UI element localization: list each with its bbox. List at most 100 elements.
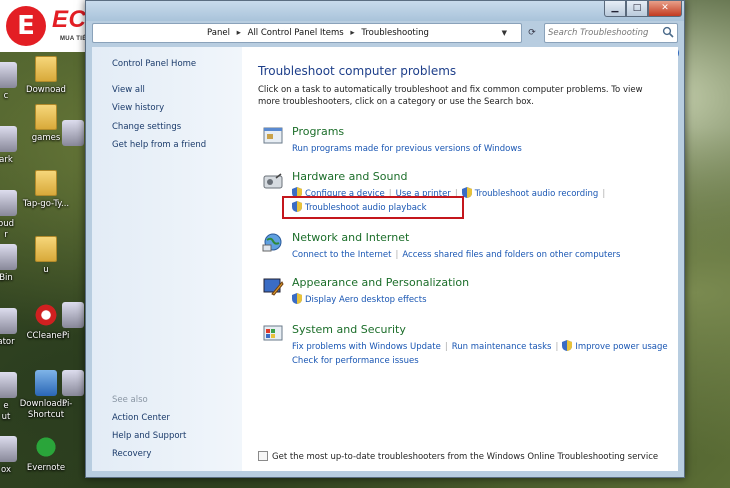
address-row: Panel ▸ All Control Panel Items ▸ Troubl… — [86, 23, 684, 45]
desktop-icon-label: Bin — [0, 273, 13, 283]
breadcrumb-all-items[interactable]: All Control Panel Items — [248, 28, 344, 38]
main-content-pane: Troubleshoot computer problems Click on … — [242, 47, 678, 471]
desktop-icon-label: Pi — [62, 331, 70, 341]
category-links-programs: Run programs made for previous versions … — [292, 142, 672, 156]
access-shared-files-link[interactable]: Access shared files and folders on other… — [402, 250, 620, 260]
folder-icon — [35, 236, 57, 262]
maximize-button[interactable]: □ — [626, 1, 648, 17]
minimize-button[interactable]: ▁ — [604, 1, 626, 17]
folder-icon — [35, 56, 57, 82]
window-titlebar[interactable]: ▁ □ ✕ — [86, 1, 684, 21]
uac-shield-icon — [562, 340, 573, 351]
category-links-system-security: Fix problems with Windows Update | Run mai… — [292, 340, 672, 368]
uac-shield-icon — [292, 293, 302, 304]
category-title-programs[interactable]: Programs — [292, 125, 344, 138]
view-history-link[interactable]: View history — [112, 103, 164, 113]
change-settings-link[interactable]: Change settings — [112, 122, 181, 132]
desktop-icon-label: ator — [0, 337, 15, 347]
link-separator: | — [395, 250, 399, 260]
check-performance-issues-link[interactable]: Check for performance issues — [292, 356, 419, 366]
link-separator: | — [602, 189, 606, 199]
system-security-icon — [263, 325, 283, 341]
desktop-icon-fragment[interactable]: Pi — [62, 370, 86, 410]
troubleshoot-audio-recording-link[interactable]: Troubleshoot audio recording — [475, 189, 599, 199]
category-title-system-security[interactable]: System and Security — [292, 323, 406, 336]
desktop-icon-label: Pi — [62, 399, 70, 409]
left-navigation-pane: Control Panel Home View all View history… — [92, 47, 242, 471]
get-help-from-friend-link[interactable]: Get help from a friend — [112, 140, 206, 150]
display-aero-effects-link[interactable]: Display Aero desktop effects — [305, 295, 427, 305]
desktop-icon-label: Downoad — [26, 85, 66, 95]
programs-icon — [263, 127, 283, 144]
page-title: Troubleshoot computer problems — [258, 64, 457, 78]
breadcrumb-troubleshooting[interactable]: Troubleshooting — [361, 28, 429, 38]
folder-icon — [35, 104, 57, 130]
breadcrumb-control-panel[interactable]: Panel — [207, 28, 230, 38]
improve-power-usage-link[interactable]: Improve power usage — [575, 342, 667, 352]
category-links-appearance-personalization: Display Aero desktop effects — [292, 293, 672, 307]
link-separator: | — [555, 342, 559, 352]
view-all-link[interactable]: View all — [112, 85, 145, 95]
download-shortcut-icon — [35, 370, 57, 396]
app-icon — [0, 436, 17, 462]
category-title-appearance-personalization[interactable]: Appearance and Personalization — [292, 276, 469, 289]
breadcrumb-separator[interactable]: ▸ — [350, 28, 354, 38]
action-center-link[interactable]: Action Center — [112, 413, 170, 423]
desktop-icon-label: r — [4, 230, 8, 240]
hardware-sound-icon — [263, 173, 283, 189]
desktop-icon-downoad[interactable]: Downoad — [16, 56, 76, 96]
desktop-icon-evernote[interactable]: Evernote — [16, 434, 76, 474]
help-and-support-link[interactable]: Help and Support — [112, 431, 186, 441]
recycle-bin-icon — [0, 244, 17, 270]
desktop-icon-label: u — [43, 265, 49, 275]
category-title-hardware-sound[interactable]: Hardware and Sound — [292, 170, 407, 183]
online-troubleshooters-label: Get the most up-to-date troubleshooters … — [272, 452, 659, 462]
app-icon — [0, 190, 17, 216]
category-links-network-internet: Connect to the Internet | Access shared fi… — [292, 248, 672, 262]
desktop-icon-label: ut — [1, 412, 11, 422]
desktop-icon-label: CCleaner — [26, 331, 66, 341]
close-button[interactable]: ✕ — [648, 1, 682, 17]
desktop-icon-label: oud — [0, 219, 14, 229]
link-separator: | — [444, 342, 448, 352]
desktop-icon-label: Evernote — [26, 463, 66, 473]
online-troubleshooters-option[interactable]: Get the most up-to-date troubleshooters … — [258, 451, 658, 462]
app-icon — [0, 372, 17, 398]
desktop-icon-tap-go-ty[interactable]: Tap-go-Ty... — [16, 170, 76, 210]
address-dropdown-icon[interactable]: ▼ — [502, 24, 507, 42]
page-description: Click on a task to automatically trouble… — [258, 85, 643, 107]
desktop-icon-label: games — [31, 133, 61, 143]
breadcrumb-separator[interactable]: ▸ — [237, 28, 241, 38]
see-also-heading: See also — [112, 395, 148, 405]
desktop-icon-u[interactable]: u — [16, 236, 76, 276]
ccleaner-icon — [35, 302, 57, 328]
address-bar[interactable]: Panel ▸ All Control Panel Items ▸ Troubl… — [92, 23, 522, 43]
search-icon[interactable] — [662, 26, 674, 38]
network-internet-icon — [262, 233, 282, 252]
search-placeholder: Search Troubleshooting — [548, 28, 649, 38]
desktop-icon-label: ark — [0, 155, 13, 165]
desktop-icon-label: Tap-go-Ty... — [22, 199, 70, 209]
app-icon — [0, 62, 17, 88]
recovery-link[interactable]: Recovery — [112, 449, 151, 459]
app-icon — [0, 126, 17, 152]
evernote-icon — [35, 434, 57, 460]
fix-windows-update-link[interactable]: Fix problems with Windows Update — [292, 342, 441, 352]
desktop-icon-fragment[interactable] — [62, 120, 86, 149]
app-icon — [62, 120, 84, 146]
control-panel-home-link[interactable]: Control Panel Home — [112, 59, 196, 69]
folder-icon — [35, 170, 57, 196]
online-troubleshooters-checkbox[interactable] — [258, 451, 268, 461]
run-maintenance-tasks-link[interactable]: Run maintenance tasks — [452, 342, 552, 352]
eco-mart-logo-mark: E — [6, 6, 46, 46]
desktop-icon-label: c — [3, 91, 9, 101]
app-icon — [62, 370, 84, 396]
connect-to-internet-link[interactable]: Connect to the Internet — [292, 250, 392, 260]
troubleshooting-window: ▁ □ ✕ Panel ▸ All Control Panel Items ▸ … — [85, 0, 685, 478]
refresh-button[interactable]: ⟳ — [524, 24, 540, 42]
app-icon — [62, 302, 84, 328]
desktop-icon-fragment[interactable]: Pi — [62, 302, 86, 342]
search-input[interactable]: Search Troubleshooting — [544, 23, 678, 43]
category-title-network-internet[interactable]: Network and Internet — [292, 231, 409, 244]
run-old-programs-link[interactable]: Run programs made for previous versions … — [292, 144, 522, 154]
